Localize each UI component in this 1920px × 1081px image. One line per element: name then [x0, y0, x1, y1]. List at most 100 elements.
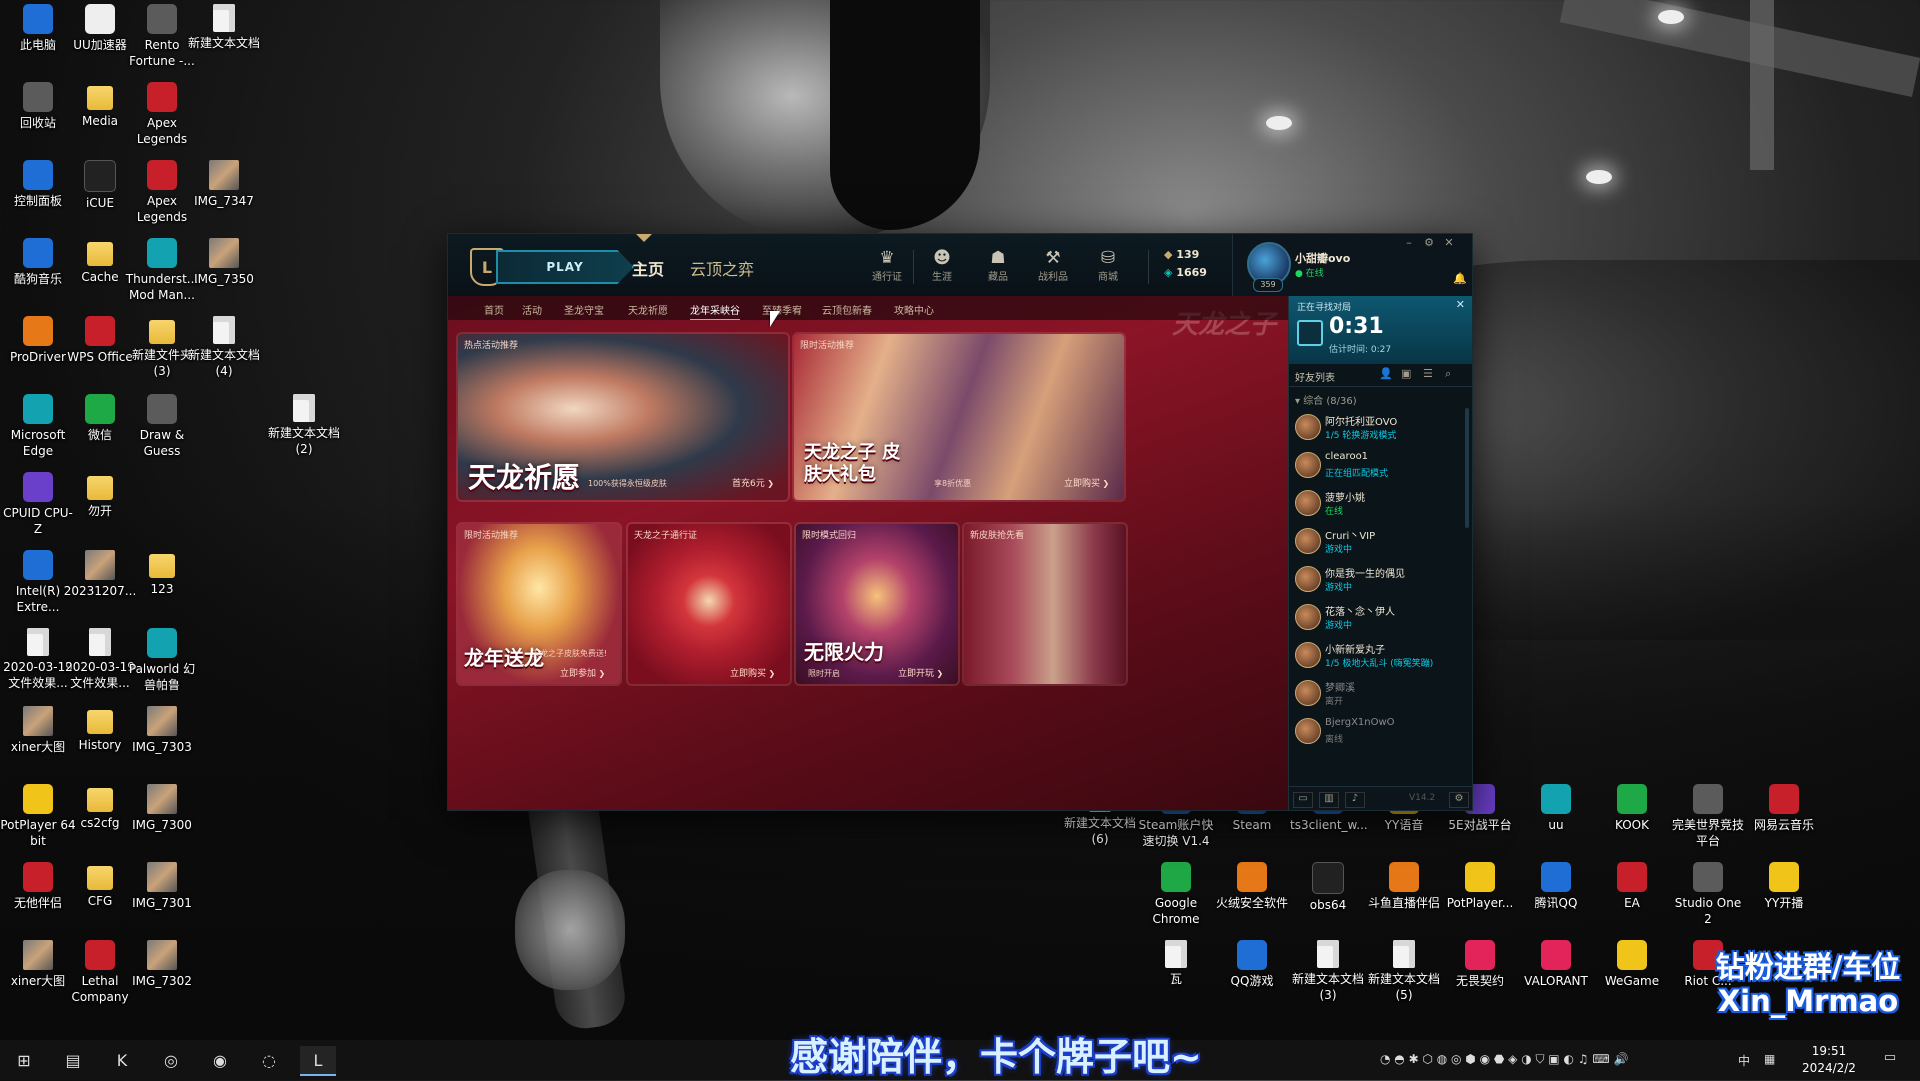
subnav-guide-center[interactable]: 攻略中心: [894, 302, 934, 317]
nav-pass[interactable]: ♛ 通行证: [865, 248, 909, 283]
windows-start-icon[interactable]: ⊞: [6, 1046, 42, 1074]
uu-taskbar-icon[interactable]: ◌: [251, 1046, 287, 1074]
league-taskbar-icon[interactable]: L: [300, 1046, 336, 1076]
promo-card-bundle[interactable]: 限时活动推荐 天龙之子 皮肤大礼包 享8折优惠 立即购买: [792, 332, 1126, 502]
desktop-icon[interactable]: Apex Legends: [124, 82, 200, 147]
subnav-events[interactable]: 活动: [522, 302, 542, 317]
desktop-icon[interactable]: KOOK: [1594, 784, 1670, 833]
desktop-icon[interactable]: YY开播: [1746, 862, 1822, 911]
promo-card-pass[interactable]: 天龙之子通行证 立即购买: [626, 522, 792, 686]
desktop-icon[interactable]: 勿开: [62, 472, 138, 519]
search-icon[interactable]: ⌕: [1445, 367, 1451, 381]
desktop-icon[interactable]: IMG_7301: [124, 862, 200, 911]
promo-card-wish[interactable]: 热点活动推荐 天龙祈愿 100%获得永恒级皮肤 首充6元: [456, 332, 790, 502]
kook-taskbar-icon[interactable]: K: [104, 1046, 140, 1074]
desktop-icon[interactable]: IMG_7347: [186, 160, 262, 209]
promo-cta[interactable]: 立即参加: [560, 666, 605, 679]
friend-row[interactable]: Cruri丶VIP 游戏中: [1289, 522, 1459, 560]
desktop-icon[interactable]: 斗鱼直播伴侣: [1366, 862, 1442, 911]
desktop-icon[interactable]: 新建文本文档: [186, 4, 262, 51]
voice-mic-icon[interactable]: ♪: [1345, 792, 1365, 808]
ime-indicator[interactable]: 中: [1738, 1052, 1750, 1069]
keyboard-layout-icon[interactable]: ▦: [1764, 1052, 1775, 1066]
subnav-dragon-treasure[interactable]: 圣龙守宝: [564, 302, 604, 317]
settings-gear-icon[interactable]: ⚙: [1421, 236, 1437, 249]
social-settings-icon[interactable]: ⚙: [1449, 792, 1469, 808]
desktop-icon[interactable]: 完美世界竞技平台: [1670, 784, 1746, 849]
desktop-icon[interactable]: 新建文本文档 (2): [266, 394, 342, 457]
friends-scrollbar[interactable]: [1465, 408, 1469, 528]
desktop-icon[interactable]: IMG_7350: [186, 238, 262, 287]
desktop-icon[interactable]: 网易云音乐: [1746, 784, 1822, 833]
friend-group-general[interactable]: 综合 (8/36): [1295, 392, 1356, 407]
profile-panel[interactable]: 359 小甜瓣ovo 在线 – ⚙ ✕ 🔔: [1232, 234, 1472, 296]
minimize-icon[interactable]: –: [1401, 236, 1417, 249]
friend-row[interactable]: 梦卿溪 离开: [1289, 674, 1459, 712]
promo-cta[interactable]: 立即购买: [730, 666, 775, 679]
chat-icon[interactable]: ▭: [1293, 792, 1313, 808]
subnav-dragon-wish[interactable]: 天龙祈愿: [628, 302, 668, 317]
promo-cta[interactable]: 首充6元: [732, 476, 774, 489]
desktop-icon[interactable]: 新建文本文档 (5): [1366, 940, 1442, 1003]
friend-row[interactable]: 你是我一生的偶见 游戏中: [1289, 560, 1459, 598]
subnav-tft-spring[interactable]: 云顶包新春: [822, 302, 872, 317]
friend-row[interactable]: 菠萝小姚 在线: [1289, 484, 1459, 522]
tab-home[interactable]: 主页: [632, 256, 665, 298]
close-icon[interactable]: ✕: [1441, 236, 1457, 249]
friend-row[interactable]: BjergX1nOwO 离线: [1289, 712, 1459, 750]
desktop-icon[interactable]: Google Chrome: [1138, 862, 1214, 927]
league-client-window[interactable]: L PLAY 主页 云顶之弈 ♛ 通行证 ☻ 生涯 ☗ 藏品 ⚒ 战利品 ⛁ 商…: [448, 234, 1472, 810]
desktop-icon[interactable]: uu: [1518, 784, 1594, 833]
desktop-icon[interactable]: 腾讯QQ: [1518, 862, 1594, 911]
desktop-icon[interactable]: EA: [1594, 862, 1670, 911]
add-friend-icon[interactable]: 👤: [1379, 367, 1393, 380]
tray-icons[interactable]: ◔ ◓ ✱ ⬡ ◍ ◎ ⬢ ◉ ⬣ ◈ ◑ ⛉ ▣ ◐ ♫ ⌨ 🔊: [1380, 1052, 1628, 1067]
friend-row[interactable]: 花落丶念丶伊人 游戏中: [1289, 598, 1459, 636]
desktop-icon[interactable]: Palworld 幻兽帕鲁: [124, 628, 200, 693]
subnav-prestige[interactable]: 至臻季宥: [762, 302, 802, 317]
friend-row[interactable]: 阿尔托利亚OVO 1/5 轮换游戏模式: [1289, 408, 1459, 446]
desktop-icon[interactable]: Studio One 2: [1670, 862, 1746, 927]
friend-row[interactable]: clearoo1 正在组匹配模式: [1289, 446, 1459, 484]
desktop-icon[interactable]: WeGame: [1594, 940, 1670, 989]
add-folder-icon[interactable]: ▣: [1401, 367, 1411, 380]
desktop-icon[interactable]: 123: [124, 550, 200, 597]
promo-cta[interactable]: 立即购买: [1064, 476, 1109, 489]
subnav-home[interactable]: 首页: [484, 302, 504, 317]
promo-card-new-skins[interactable]: 新皮肤抢先看: [962, 522, 1128, 686]
desktop-icon[interactable]: 无畏契约: [1442, 940, 1518, 989]
file-explorer-icon[interactable]: ▤: [55, 1046, 91, 1074]
subnav-dragon-year[interactable]: 龙年采峡谷: [690, 302, 740, 320]
desktop-icon[interactable]: 新建文本文档 (3): [1290, 940, 1366, 1003]
taskbar-clock[interactable]: 19:51 2024/2/2: [1780, 1043, 1878, 1077]
leave-queue-close-icon[interactable]: ✕: [1456, 298, 1465, 311]
desktop-icon[interactable]: IMG_7303: [124, 706, 200, 755]
steam-taskbar-icon[interactable]: ◎: [153, 1046, 189, 1074]
desktop-icon[interactable]: 火绒安全软件: [1214, 862, 1290, 911]
nav-loot[interactable]: ⚒ 战利品: [1031, 248, 1075, 283]
promo-cta[interactable]: 立即开玩: [898, 666, 943, 679]
action-center-icon[interactable]: ▭: [1880, 1050, 1900, 1068]
browser-taskbar-icon[interactable]: ◉: [202, 1046, 238, 1074]
desktop-icon[interactable]: VALORANT: [1518, 940, 1594, 989]
desktop-icon[interactable]: obs64: [1290, 862, 1366, 913]
promo-card-urf[interactable]: 限时模式回归 无限火力 限时开启 立即开玩: [794, 522, 960, 686]
desktop-icon[interactable]: PotPlayer...: [1442, 862, 1518, 911]
play-button[interactable]: PLAY: [496, 250, 634, 284]
desktop-icon[interactable]: Draw & Guess: [124, 394, 200, 459]
notification-bell-icon[interactable]: 🔔: [1453, 272, 1467, 285]
desktop-icon[interactable]: IMG_7302: [124, 940, 200, 989]
friend-row[interactable]: 小新新爱丸子 1/5 极地大乱斗 (嗨冤笑蹦): [1289, 636, 1459, 674]
desktop-icon[interactable]: 新建文本文档 (4): [186, 316, 262, 379]
tab-tft[interactable]: 云顶之弈: [690, 256, 754, 280]
sort-list-icon[interactable]: ☰: [1423, 367, 1433, 380]
online-status[interactable]: 在线: [1295, 266, 1324, 279]
nav-collection[interactable]: ☗ 藏品: [976, 248, 1020, 283]
clash-icon[interactable]: ▥: [1319, 792, 1339, 808]
desktop-icon[interactable]: QQ游戏: [1214, 940, 1290, 989]
promo-card-dragon-gift[interactable]: 限时活动推荐 龙年送龙 天龙之子皮肤免费送! 立即参加: [456, 522, 622, 686]
nav-store[interactable]: ⛁ 商城: [1086, 248, 1130, 283]
nav-profile[interactable]: ☻ 生涯: [920, 248, 964, 283]
desktop-icon[interactable]: 瓦: [1138, 940, 1214, 987]
desktop-icon[interactable]: IMG_7300: [124, 784, 200, 833]
